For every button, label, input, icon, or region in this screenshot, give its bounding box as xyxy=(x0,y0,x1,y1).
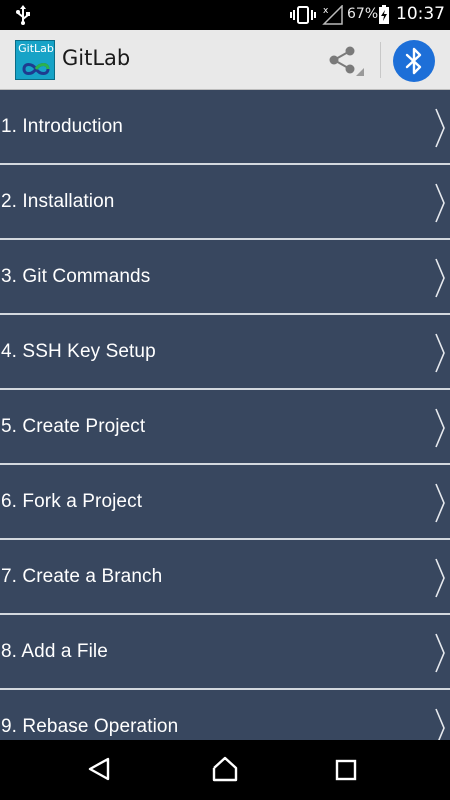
home-icon[interactable] xyxy=(211,756,239,786)
list-item-label: 3. Git Commands xyxy=(1,266,151,287)
app-logo: GitLab xyxy=(15,40,55,80)
share-icon xyxy=(329,46,364,76)
signal-icon: x xyxy=(322,4,344,29)
list-item[interactable]: 7. Create a Branch xyxy=(0,540,450,615)
usb-icon xyxy=(14,5,32,29)
chevron-right-icon xyxy=(434,707,446,740)
chevron-right-icon xyxy=(434,107,446,153)
navigation-bar xyxy=(0,740,450,800)
list-item[interactable]: 4. SSH Key Setup xyxy=(0,315,450,390)
chevron-right-icon xyxy=(434,407,446,453)
chevron-right-icon xyxy=(434,632,446,678)
list-item-label: 6. Fork a Project xyxy=(1,491,143,512)
bluetooth-button[interactable] xyxy=(393,40,435,82)
list-item[interactable]: 6. Fork a Project xyxy=(0,465,450,540)
infinity-icon xyxy=(22,63,50,75)
app-bar: GitLab GitLab xyxy=(0,30,450,90)
battery-icon xyxy=(378,5,390,29)
chevron-right-icon xyxy=(434,257,446,303)
app-title: GitLab xyxy=(62,46,131,70)
list-item[interactable]: 9. Rebase Operation xyxy=(0,690,450,740)
back-icon[interactable] xyxy=(86,756,112,786)
list-item[interactable]: 1. Introduction xyxy=(0,90,450,165)
list-item-label: 9. Rebase Operation xyxy=(1,716,179,737)
chevron-right-icon xyxy=(434,182,446,228)
list-item-label: 5. Create Project xyxy=(1,416,146,437)
clock: 10:37 xyxy=(396,4,445,24)
logo-text: GitLab xyxy=(18,42,54,55)
list-item[interactable]: 5. Create Project xyxy=(0,390,450,465)
toolbar-divider xyxy=(380,42,381,78)
list-item-label: 2. Installation xyxy=(1,191,115,212)
chevron-right-icon xyxy=(434,557,446,603)
menu-list: 1. Introduction 2. Installation 3. Git C… xyxy=(0,90,450,740)
chevron-right-icon xyxy=(434,332,446,378)
list-item[interactable]: 2. Installation xyxy=(0,165,450,240)
list-item-label: 7. Create a Branch xyxy=(1,566,163,587)
recents-icon[interactable] xyxy=(334,756,358,786)
bluetooth-icon xyxy=(405,47,422,75)
screen: x 67% 10:37 GitLab GitLab 1. Introductio… xyxy=(0,0,450,800)
share-button[interactable] xyxy=(309,38,377,82)
list-item[interactable]: 8. Add a File xyxy=(0,615,450,690)
list-item-label: 4. SSH Key Setup xyxy=(1,341,156,362)
chevron-right-icon xyxy=(434,482,446,528)
list-item-label: 8. Add a File xyxy=(1,641,108,662)
vibrate-icon xyxy=(290,5,316,29)
svg-text:x: x xyxy=(323,6,329,16)
status-bar: x 67% 10:37 xyxy=(0,0,450,30)
battery-percent: 67% xyxy=(347,6,379,22)
list-item-label: 1. Introduction xyxy=(1,116,123,137)
list-item[interactable]: 3. Git Commands xyxy=(0,240,450,315)
